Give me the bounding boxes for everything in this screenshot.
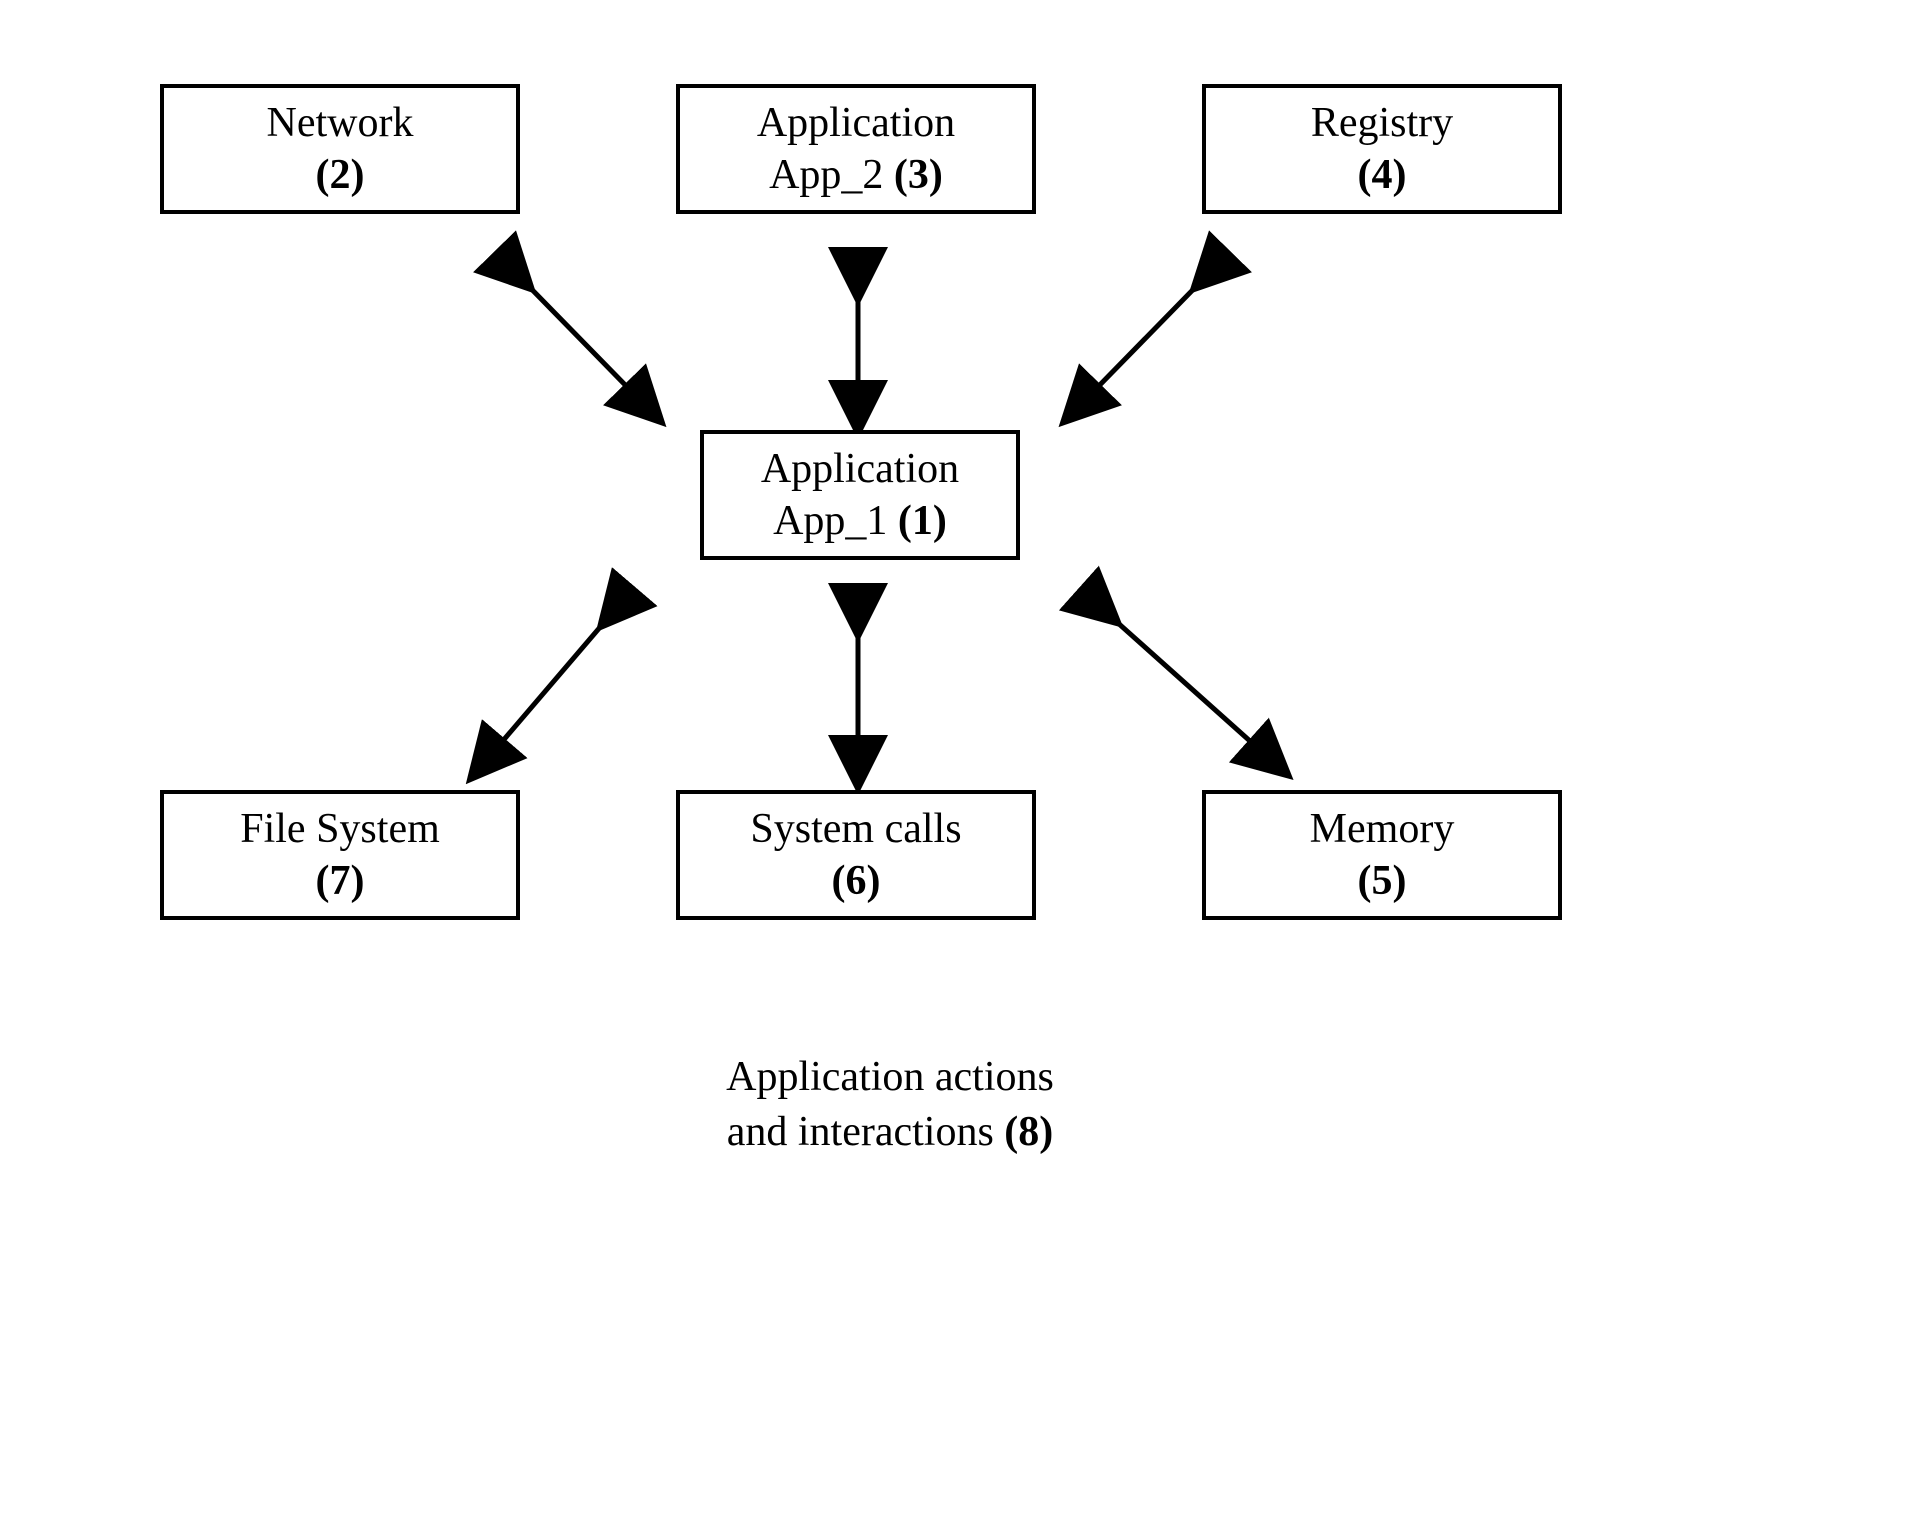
node-network-label: Network <box>267 97 414 150</box>
node-filesystem-num: (7) <box>316 855 365 908</box>
node-registry: Registry (4) <box>1202 84 1562 214</box>
node-app1: Application App_1 (1) <box>700 430 1020 560</box>
node-app1-label: Application <box>761 443 959 496</box>
node-memory: Memory (5) <box>1202 790 1562 920</box>
node-memory-num: (5) <box>1358 855 1407 908</box>
node-app2: Application App_2 (3) <box>676 84 1036 214</box>
arrows-layer <box>0 0 1906 1518</box>
node-registry-num: (4) <box>1358 149 1407 202</box>
node-app2-line2: App_2 (3) <box>769 149 943 202</box>
node-registry-label: Registry <box>1311 97 1453 150</box>
diagram-caption: Application actions and interactions (8) <box>640 1050 1140 1159</box>
diagram-container: Network (2) Application App_2 (3) Regist… <box>0 0 1906 1518</box>
node-filesystem: File System (7) <box>160 790 520 920</box>
node-systemcalls-label: System calls <box>750 803 961 856</box>
node-app2-label: Application <box>757 97 955 150</box>
caption-line2: and interactions (8) <box>640 1105 1140 1160</box>
caption-line1: Application actions <box>640 1050 1140 1105</box>
node-app1-line2: App_1 (1) <box>773 495 947 548</box>
node-network: Network (2) <box>160 84 520 214</box>
node-systemcalls-num: (6) <box>832 855 881 908</box>
node-systemcalls: System calls (6) <box>676 790 1036 920</box>
node-memory-label: Memory <box>1310 803 1455 856</box>
node-filesystem-label: File System <box>240 803 440 856</box>
node-network-num: (2) <box>316 149 365 202</box>
